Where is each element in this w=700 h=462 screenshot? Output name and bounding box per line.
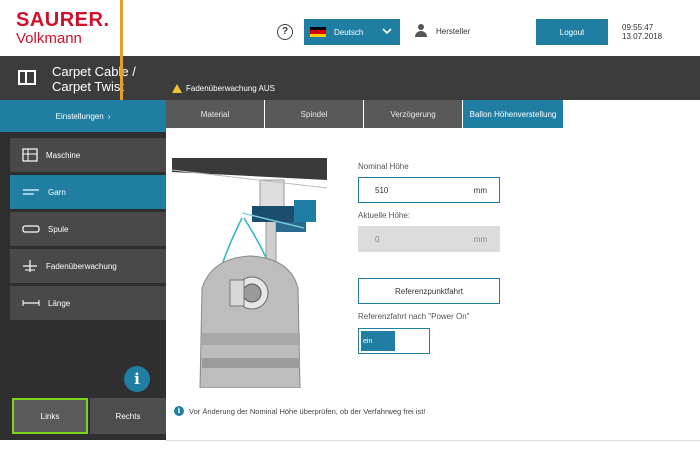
power-on-reference-toggle[interactable]: ein [358,328,430,354]
app-title-line2: Carpet Twist [52,79,125,94]
bottom-divider [166,440,700,441]
nominal-height-input[interactable]: 510 mm [358,177,500,203]
yarn-icon [23,189,39,195]
actual-height-unit: mm [473,234,487,244]
warning-text: Fadenüberwachung AUS [186,84,275,93]
app-title-line1: Carpet Cable / [52,64,136,79]
info-note-text: Vor Änderung der Nominal Höhe überprüfen… [189,406,426,416]
warning-icon [172,84,182,93]
german-flag-icon [310,26,326,38]
sidebar-item-maschine[interactable]: Maschine [10,138,166,172]
nominal-height-unit: mm [473,185,487,195]
nominal-height-label: Nominal Höhe [358,162,409,171]
thread-monitor-warning: Fadenüberwachung AUS [172,84,275,93]
reference-run-button[interactable]: Referenzpunktfahrt [358,278,500,304]
sidebar-item-label: Maschine [46,150,81,160]
saurer-logo: SAURER. Volkmann [16,10,110,46]
app-menu-icon[interactable] [18,70,36,85]
sidebar-item-label: Länge [48,298,71,308]
clock-time: 09:55:47 [622,23,654,32]
toggle-knob: ein [361,331,395,351]
spool-icon [22,225,40,233]
language-label: Deutsch [334,27,364,37]
length-icon [22,300,40,306]
tab-ballon-hoehenverstellung[interactable]: Ballon Höhenverstellung [463,100,563,128]
actual-height-value: 0 [375,234,380,244]
tab-material[interactable]: Material [166,100,264,128]
actual-height-label: Aktuelle Höhe: [358,211,411,220]
title-bar: Carpet Cable / Carpet Twist [0,56,700,100]
logo-brand: SAURER. [16,9,110,31]
actual-height-field: 0 mm [358,226,500,252]
help-icon[interactable]: ? [277,24,293,40]
chevron-right-icon: › [107,111,111,121]
user-icon [414,24,428,38]
tab-spindel[interactable]: Spindel [265,100,363,128]
left-side-button[interactable]: Links [12,398,88,434]
logout-button[interactable]: Logout [536,19,608,45]
sidebar-item-laenge[interactable]: Länge [10,286,166,320]
sidebar-item-spule[interactable]: Spule [10,212,166,246]
settings-header[interactable]: Einstellungen › [0,100,166,132]
power-on-reference-label: Referenzfahrt nach "Power On" [358,312,470,321]
logo-subbrand: Volkmann [16,30,82,47]
user-name: Hersteller [436,26,471,36]
app-title: Carpet Cable / Carpet Twist [52,64,136,94]
thread-monitor-icon [23,260,37,272]
sidebar-item-label: Fadenüberwachung [46,261,117,271]
tab-verzoegerung[interactable]: Verzögerung [364,100,462,128]
clock: 09:55:47 13.07.2018 [622,23,662,41]
machine-icon [22,148,38,162]
sidebar-item-label: Garn [48,187,66,197]
chevron-down-icon [382,28,392,35]
right-side-button[interactable]: Rechts [90,398,166,434]
language-selector[interactable]: Deutsch [304,19,400,45]
info-icon[interactable]: i [124,366,150,392]
sidebar-item-fadenueberwachung[interactable]: Fadenüberwachung [10,249,166,283]
sidebar-item-garn[interactable]: Garn [10,175,166,209]
settings-label: Einstellungen [55,111,104,121]
clock-date: 13.07.2018 [622,32,663,41]
spindle-illustration [172,158,327,388]
tab-bar: Material Spindel Verzögerung Ballon Höhe… [166,100,700,128]
sidebar-item-label: Spule [48,224,69,234]
user-indicator: Hersteller [414,24,470,38]
info-note: i Vor Änderung der Nominal Höhe überprüf… [174,406,425,416]
nominal-height-value: 510 [375,185,389,195]
info-small-icon: i [174,406,184,416]
